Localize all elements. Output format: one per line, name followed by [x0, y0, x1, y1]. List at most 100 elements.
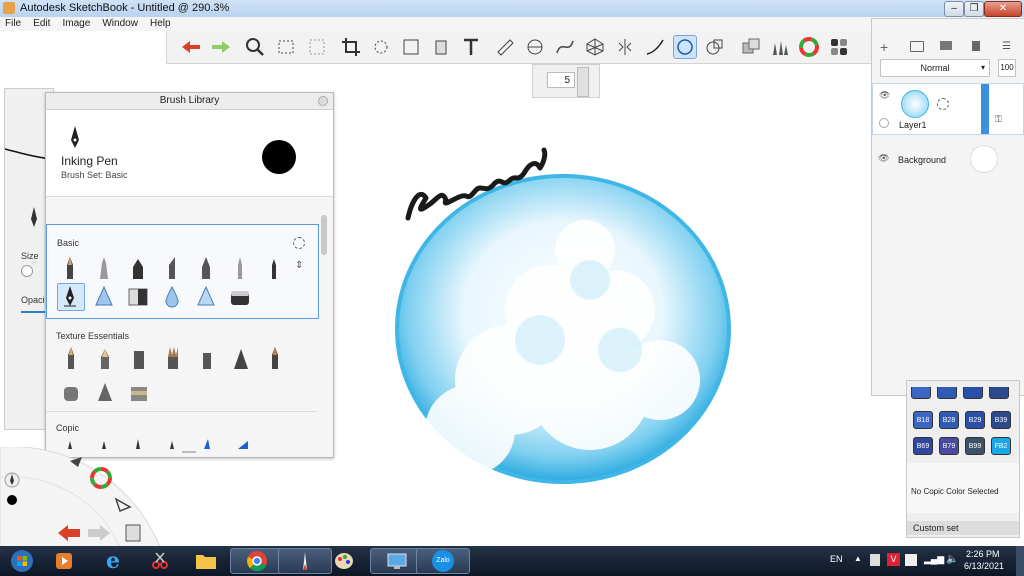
- redo-icon[interactable]: [209, 35, 233, 59]
- smudge-cone-brush-icon[interactable]: [195, 283, 217, 309]
- copic-swatch[interactable]: [989, 387, 1009, 399]
- layer1-row[interactable]: 👁 Layer1 ⚿: [872, 83, 1024, 135]
- size-slider-knob[interactable]: [21, 265, 33, 277]
- blend-mode-select[interactable]: Normal ▾: [880, 59, 990, 77]
- tray-flag-icon[interactable]: [905, 554, 917, 566]
- media-player-icon[interactable]: [44, 548, 84, 574]
- background-layer-row[interactable]: 👁 Background: [872, 143, 1024, 173]
- crop-icon[interactable]: [339, 35, 363, 59]
- panel-grip[interactable]: [182, 451, 196, 453]
- stroke-icon[interactable]: [643, 35, 667, 59]
- canvas-artwork[interactable]: [390, 140, 740, 500]
- texture-brush-2-icon[interactable]: [94, 345, 116, 374]
- windows-start-icon[interactable]: [2, 548, 42, 574]
- select-lasso-icon[interactable]: [305, 35, 329, 59]
- section-options-icon[interactable]: [293, 237, 305, 249]
- texture-brush-5-icon[interactable]: [196, 345, 218, 374]
- add-image-icon[interactable]: [940, 41, 952, 50]
- pencil-brush-icon[interactable]: [59, 255, 81, 281]
- copic-swatch-fb2[interactable]: FB2: [991, 437, 1011, 455]
- tray-expand-icon[interactable]: ▲: [854, 554, 862, 563]
- paint-icon[interactable]: [324, 548, 364, 574]
- water-drop-brush-icon[interactable]: [161, 283, 183, 309]
- layer-opacity-bar[interactable]: [981, 84, 989, 134]
- show-desktop-button[interactable]: [1016, 546, 1024, 576]
- ellipse-icon[interactable]: [523, 35, 547, 59]
- select-rect-icon[interactable]: [275, 35, 299, 59]
- curve-icon[interactable]: [553, 35, 577, 59]
- color-wheel-icon[interactable]: [797, 35, 821, 59]
- menu-edit[interactable]: Edit: [33, 17, 50, 31]
- distort-icon[interactable]: [399, 35, 423, 59]
- copic-swatch-b79[interactable]: B79: [939, 437, 959, 455]
- copic-swatch[interactable]: [911, 387, 931, 399]
- perspective-icon[interactable]: [583, 35, 607, 59]
- texture-brush-6-icon[interactable]: [230, 345, 252, 374]
- flat-block-brush-icon[interactable]: [127, 283, 149, 309]
- custom-set-tab[interactable]: Custom set: [907, 521, 1019, 535]
- inking-pen-brush-selected[interactable]: [57, 283, 85, 311]
- ruler-icon[interactable]: [493, 35, 517, 59]
- eye-icon[interactable]: 👁: [879, 90, 890, 101]
- text-icon[interactable]: [459, 35, 483, 59]
- add-layer-icon[interactable]: +: [880, 39, 888, 55]
- copic-swatch[interactable]: [963, 387, 983, 399]
- chrome-icon[interactable]: [230, 548, 284, 574]
- menu-file[interactable]: File: [5, 17, 21, 31]
- lock-toggle-icon[interactable]: [879, 118, 889, 128]
- brush-icon[interactable]: [767, 35, 791, 59]
- lagoon-menu[interactable]: [0, 447, 180, 547]
- fill-icon[interactable]: [429, 35, 453, 59]
- maximize-button[interactable]: ❐: [964, 1, 984, 17]
- texture-brush-10-icon[interactable]: [128, 377, 150, 406]
- ballpoint-brush-icon[interactable]: [195, 255, 217, 281]
- clear-layer-icon[interactable]: [972, 41, 980, 51]
- brush-size-slider[interactable]: 5: [532, 64, 600, 98]
- menu-help[interactable]: Help: [150, 17, 171, 31]
- airbrush-icon[interactable]: [93, 255, 115, 281]
- menu-window[interactable]: Window: [102, 17, 138, 31]
- layer-opacity-field[interactable]: 100: [998, 59, 1016, 77]
- add-group-icon[interactable]: [910, 41, 924, 52]
- close-button[interactable]: ✕: [984, 1, 1022, 17]
- clock-time[interactable]: 2:26 PM: [966, 549, 1000, 559]
- hard-eraser-brush-icon[interactable]: [229, 255, 251, 281]
- copic-swatch-b39[interactable]: B39: [991, 411, 1011, 429]
- brush-size-value[interactable]: 5: [547, 72, 575, 88]
- layer-select-icon[interactable]: [937, 98, 949, 110]
- snipping-tool-icon[interactable]: [140, 548, 180, 574]
- tray-v-icon[interactable]: V: [887, 553, 900, 566]
- symmetry-icon[interactable]: [613, 35, 637, 59]
- eraser-block-brush-icon[interactable]: [229, 283, 251, 309]
- transform-icon[interactable]: [369, 35, 393, 59]
- marker-brush-icon[interactable]: [127, 255, 149, 281]
- texture-brush-1-icon[interactable]: [60, 345, 82, 374]
- texture-brush-3-icon[interactable]: [128, 345, 150, 374]
- volume-icon[interactable]: 🔈: [946, 554, 958, 565]
- tray-app-icon[interactable]: [870, 554, 880, 566]
- texture-brush-4-icon[interactable]: [162, 345, 184, 374]
- copic-swatch-b29[interactable]: B29: [965, 411, 985, 429]
- copic-swatch[interactable]: [937, 387, 957, 399]
- paint-brush-icon[interactable]: [161, 255, 183, 281]
- language-indicator[interactable]: EN: [830, 554, 843, 564]
- minimize-button[interactable]: –: [944, 1, 964, 17]
- texture-brush-9-icon[interactable]: [94, 377, 116, 406]
- texture-brush-7-icon[interactable]: [264, 345, 286, 374]
- internet-explorer-icon[interactable]: e: [88, 548, 138, 574]
- soft-cone-brush-icon[interactable]: [93, 283, 115, 309]
- brush-library-close-button[interactable]: [318, 96, 328, 106]
- background-color-swatch[interactable]: [970, 145, 998, 173]
- undo-icon[interactable]: [179, 35, 203, 59]
- layer-icon[interactable]: [739, 35, 763, 59]
- copic-swatch-b69[interactable]: B69: [913, 437, 933, 455]
- texture-brush-8-icon[interactable]: [60, 377, 82, 406]
- predictive-stroke-icon[interactable]: [673, 35, 697, 59]
- fine-pen-brush-icon[interactable]: [263, 255, 285, 281]
- zoom-icon[interactable]: [243, 35, 267, 59]
- section-sort-icon[interactable]: ⇕: [295, 260, 303, 271]
- scrollbar-thumb[interactable]: [321, 215, 327, 255]
- clock-date[interactable]: 6/13/2021: [964, 561, 1004, 571]
- brush-library-scrollbar[interactable]: [319, 203, 331, 453]
- copic-swatch-b28[interactable]: B28: [939, 411, 959, 429]
